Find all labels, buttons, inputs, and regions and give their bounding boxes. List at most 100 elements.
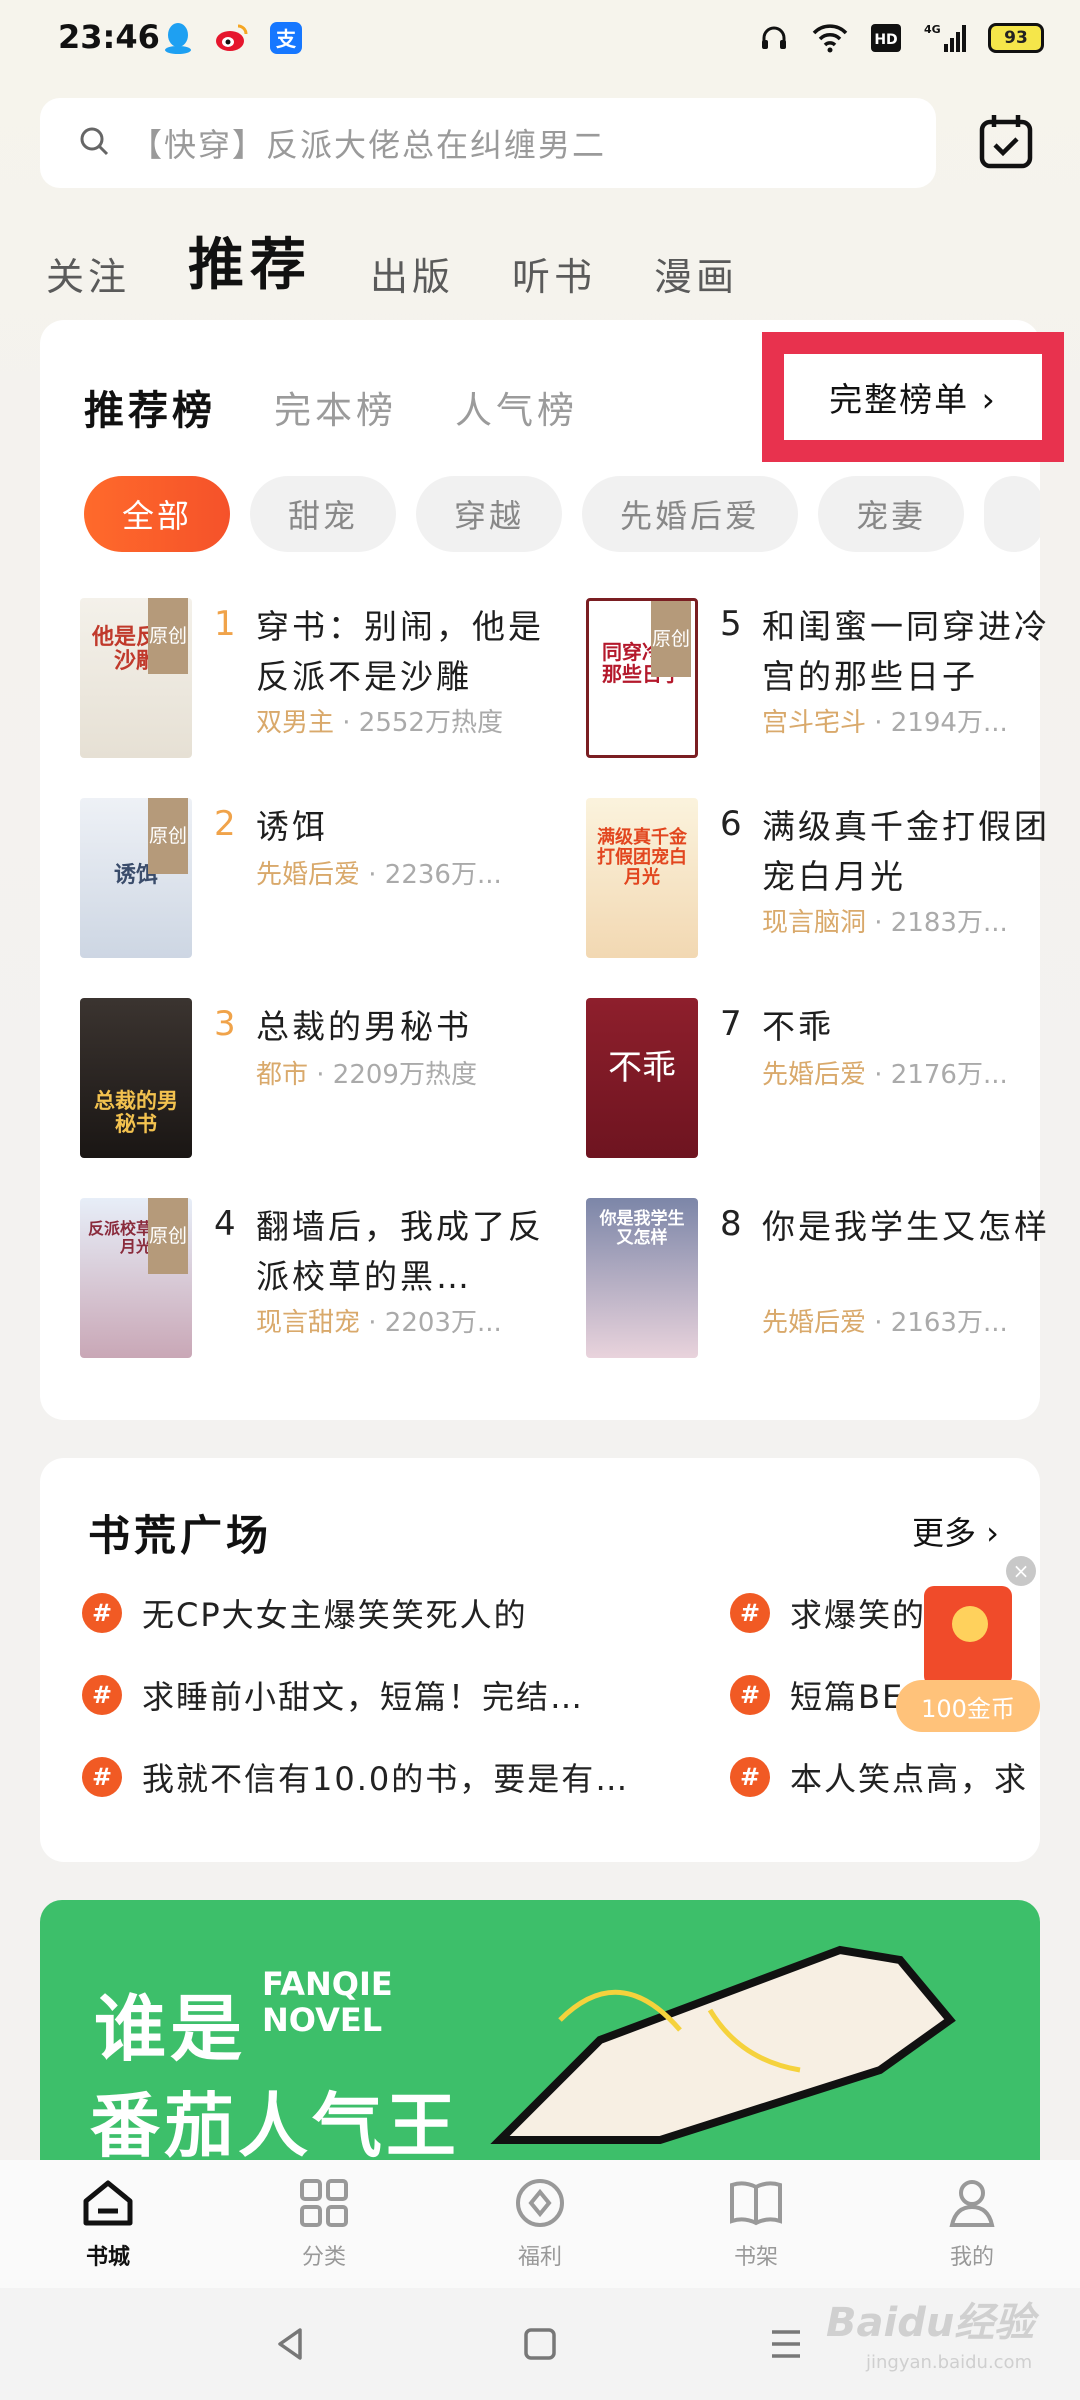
home-square-icon[interactable] bbox=[522, 2326, 558, 2366]
original-badge: 原创 bbox=[651, 601, 691, 677]
hash-icon: # bbox=[730, 1593, 770, 1633]
forum-topic[interactable]: # 求爆笑的 bbox=[730, 1590, 926, 1636]
grid-icon bbox=[298, 2177, 350, 2233]
alipay-icon: 支 bbox=[268, 20, 304, 56]
rank-number: 7 bbox=[720, 1004, 742, 1044]
close-icon[interactable]: × bbox=[1006, 1556, 1036, 1586]
book-meta: 先婚后爱 · 2163万... bbox=[762, 1308, 1008, 1338]
book-item[interactable]: 诱饵 原创 2 诱饵 先婚后爱 · 2236万... bbox=[80, 798, 550, 958]
forum-topic[interactable]: # 短篇BE bbox=[730, 1672, 904, 1718]
hash-icon: # bbox=[730, 1675, 770, 1715]
book-item[interactable]: 反派校草的黑月光 原创 4 翻墙后，我成了反派校草的黑… 现言甜宠 · 2203… bbox=[80, 1198, 550, 1358]
chip-pampered-wife[interactable]: 宠妻 bbox=[818, 476, 965, 552]
book-item[interactable]: 同穿冷宫那些日子 原创 5 和闺蜜一同穿进冷宫的那些日子 宫斗宅斗 · 2194… bbox=[586, 598, 1056, 758]
book-item[interactable]: 你是我学生又怎样 8 你是我学生又怎样 先婚后爱 · 2163万... bbox=[586, 1198, 1056, 1358]
top-tabs: 关注 推荐 出版 听书 漫画 bbox=[46, 220, 738, 301]
book-title: 不乖 bbox=[762, 1007, 834, 1046]
nav-category[interactable]: 分类 bbox=[264, 2177, 384, 2271]
book-title: 和闺蜜一同穿进冷宫的那些日子 bbox=[762, 607, 1050, 696]
calendar-check-icon[interactable] bbox=[978, 112, 1034, 172]
forum-title: 书荒广场 bbox=[88, 1511, 273, 1560]
rank-number: 1 bbox=[214, 604, 236, 644]
tab-complete-rank[interactable]: 完本榜 bbox=[274, 380, 397, 434]
forum-topic[interactable]: # 我就不信有10.0的书，要是有… bbox=[82, 1754, 629, 1800]
original-badge: 原创 bbox=[148, 598, 188, 674]
hash-icon: # bbox=[82, 1675, 122, 1715]
nav-bookstore[interactable]: 书城 bbox=[48, 2177, 168, 2271]
promo-banner[interactable]: 谁是 FANQIE NOVEL 番茄人气王 bbox=[40, 1900, 1040, 2160]
hd-icon: HD bbox=[868, 20, 904, 56]
svg-text:4G: 4G bbox=[924, 23, 941, 36]
book-meta: 先婚后爱 · 2236万... bbox=[256, 860, 502, 890]
rank-number: 5 bbox=[720, 604, 742, 644]
tab-recommend-rank[interactable]: 推荐榜 bbox=[84, 378, 216, 436]
book-title: 诱饵 bbox=[256, 807, 328, 846]
book-cover: 反派校草的黑月光 原创 bbox=[80, 1198, 192, 1358]
search-input[interactable]: 【快穿】反派大佬总在纠缠男二 bbox=[40, 98, 936, 188]
nav-welfare[interactable]: 福利 bbox=[480, 2177, 600, 2271]
rank-card: 推荐榜 完本榜 人气榜 完整榜单 › 全部 甜宠 穿越 先婚后爱 宠妻 他是反派… bbox=[40, 320, 1064, 1420]
book-item[interactable]: 总裁的男秘书 3 总裁的男秘书 都市 · 2209万热度 bbox=[80, 998, 550, 1158]
chip-marriage-first[interactable]: 先婚后爱 bbox=[582, 476, 799, 552]
book-icon bbox=[728, 2177, 784, 2233]
svg-text:支: 支 bbox=[276, 27, 297, 51]
tab-popular-rank[interactable]: 人气榜 bbox=[455, 380, 578, 434]
watermark-url: jingyan.baidu.com bbox=[866, 2352, 1033, 2373]
original-badge: 原创 bbox=[148, 798, 188, 874]
nav-bookshelf[interactable]: 书架 bbox=[696, 2177, 816, 2271]
forum-more-button[interactable]: 更多 › bbox=[912, 1508, 999, 1554]
menu-icon[interactable] bbox=[768, 2328, 804, 2364]
book-cover: 诱饵 原创 bbox=[80, 798, 192, 958]
rank-number: 2 bbox=[214, 804, 236, 844]
book-item[interactable]: 满级真千金打假团宠白月光 6 满级真千金打假团宠白月光 现言脑洞 · 2183万… bbox=[586, 798, 1056, 958]
tab-publish[interactable]: 出版 bbox=[370, 246, 454, 301]
signal-icon: 4G bbox=[924, 20, 968, 56]
book-meta: 宫斗宅斗 · 2194万... bbox=[762, 708, 1008, 738]
book-title: 你是我学生又怎样 bbox=[762, 1207, 1050, 1246]
banner-headline: 谁是 bbox=[94, 1987, 247, 2071]
back-icon[interactable] bbox=[272, 2326, 308, 2366]
genre-chips: 全部 甜宠 穿越 先婚后爱 宠妻 bbox=[84, 476, 1040, 552]
battery-icon: 93 bbox=[988, 23, 1044, 53]
book-item[interactable]: 他是反派沙雕 原创 1 穿书：别闹，他是反派不是沙雕 双男主 · 2552万热度 bbox=[80, 598, 550, 758]
book-cover: 他是反派沙雕 原创 bbox=[80, 598, 192, 758]
tab-audiobook[interactable]: 听书 bbox=[512, 246, 596, 301]
rank-number: 3 bbox=[214, 1004, 236, 1044]
original-badge: 原创 bbox=[148, 1198, 188, 1274]
hash-icon: # bbox=[730, 1757, 770, 1797]
tab-follow[interactable]: 关注 bbox=[46, 246, 130, 301]
chip-time-travel[interactable]: 穿越 bbox=[416, 476, 563, 552]
system-status-icons: HD 4G 93 bbox=[756, 20, 1044, 56]
cover-title: 总裁的男秘书 bbox=[94, 1089, 178, 1137]
book-forum-card: 书荒广场 更多 › # 无CP大女主爆笑笑死人的 # 求睡前小甜文，短篇！完结…… bbox=[40, 1458, 1040, 1862]
book-meta: 现言脑洞 · 2183万... bbox=[762, 908, 1008, 938]
cover-title: 满级真千金打假团宠白月光 bbox=[597, 827, 687, 888]
chip-more[interactable] bbox=[984, 476, 1040, 552]
status-time: 23:46 bbox=[58, 18, 160, 56]
headphone-icon bbox=[756, 20, 792, 56]
banner-brand: FANQIE NOVEL bbox=[262, 1965, 393, 2039]
forum-topic[interactable]: # 求睡前小甜文，短篇！完结… bbox=[82, 1672, 584, 1718]
book-cover: 不乖 bbox=[586, 998, 698, 1158]
chip-all[interactable]: 全部 bbox=[84, 476, 231, 552]
book-title: 满级真千金打假团宠白月光 bbox=[762, 807, 1050, 896]
tab-recommend[interactable]: 推荐 bbox=[188, 220, 312, 301]
tab-comics[interactable]: 漫画 bbox=[654, 246, 738, 301]
qq-icon bbox=[160, 20, 196, 56]
nav-mine[interactable]: 我的 bbox=[912, 2177, 1032, 2271]
svg-text:HD: HD bbox=[874, 32, 897, 48]
banner-illustration bbox=[490, 1945, 956, 2144]
coin-icon bbox=[952, 1606, 988, 1642]
forum-topic[interactable]: # 无CP大女主爆笑笑死人的 bbox=[82, 1590, 528, 1636]
forum-topic[interactable]: # 本人笑点高，求 bbox=[730, 1754, 1028, 1800]
book-meta: 先婚后爱 · 2176万... bbox=[762, 1060, 1008, 1090]
book-cover: 满级真千金打假团宠白月光 bbox=[586, 798, 698, 958]
book-cover: 总裁的男秘书 bbox=[80, 998, 192, 1158]
red-packet-label[interactable]: 100金币 bbox=[896, 1680, 1040, 1732]
book-item[interactable]: 不乖 7 不乖 先婚后爱 · 2176万... bbox=[586, 998, 1056, 1158]
full-list-button[interactable]: 完整榜单 › bbox=[762, 332, 1064, 462]
search-icon bbox=[78, 125, 110, 161]
hash-icon: # bbox=[82, 1757, 122, 1797]
wifi-icon bbox=[812, 20, 848, 56]
chip-sweet[interactable]: 甜宠 bbox=[250, 476, 397, 552]
